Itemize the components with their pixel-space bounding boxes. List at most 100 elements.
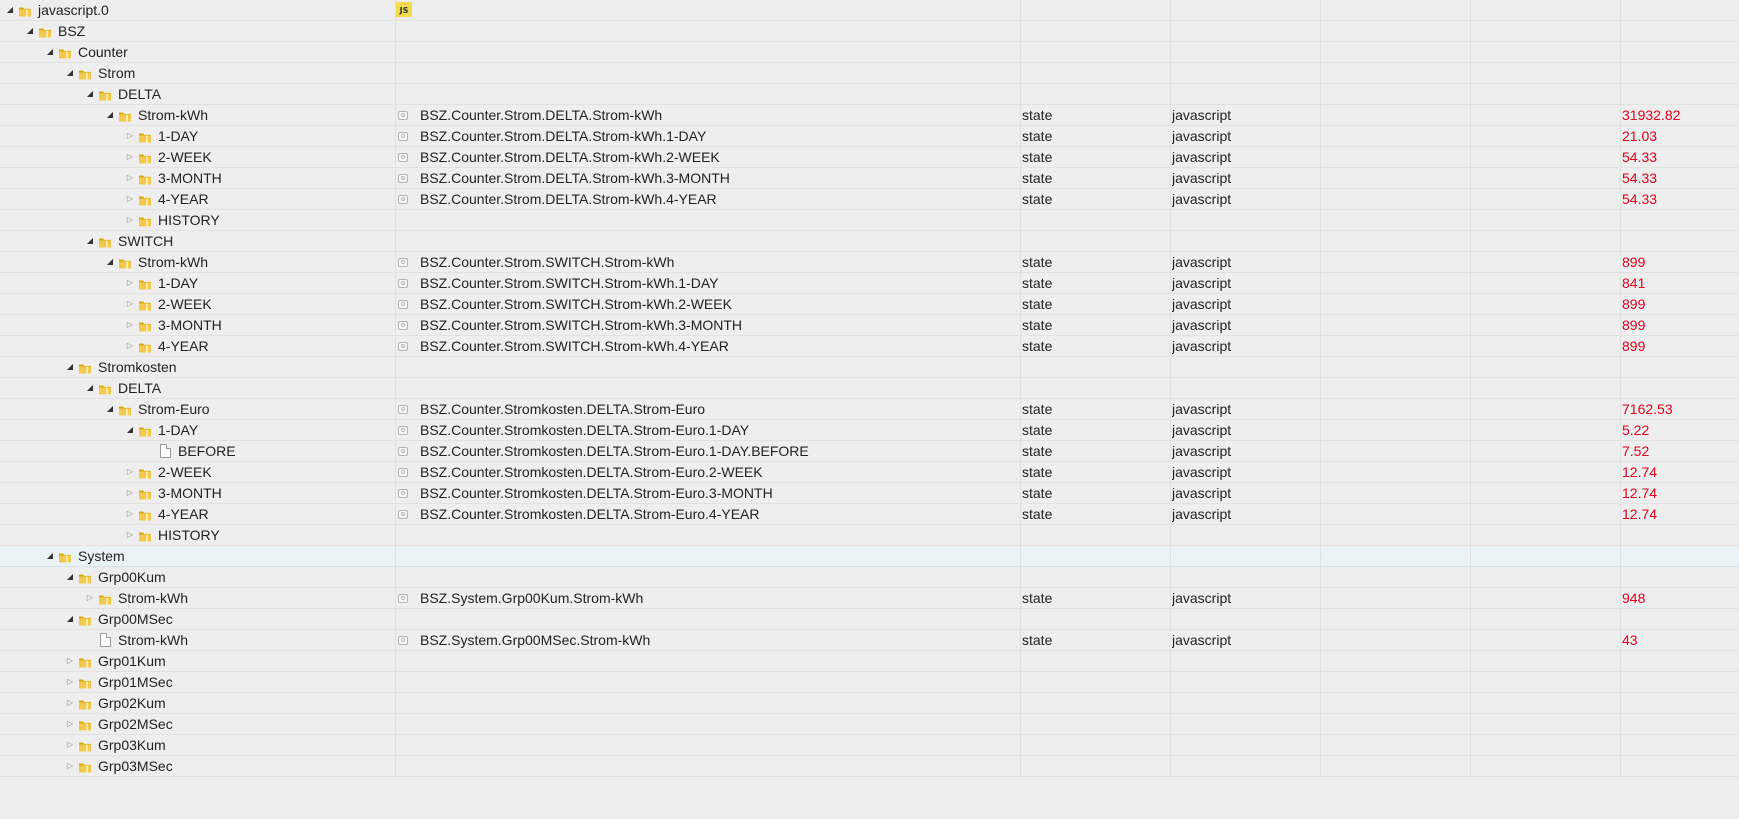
tree-row[interactable]: ▷ HISTORY (0, 210, 1739, 231)
collapsed-arrow-icon[interactable]: ▷ (124, 210, 136, 230)
tree-node-label[interactable]: Strom (98, 63, 135, 83)
tree-node-label[interactable]: 1-DAY (158, 126, 198, 146)
tree-node-label[interactable]: Grp03Kum (98, 735, 166, 755)
tree-row[interactable]: ▷ 4-YEAR BSZ.Counter.Strom.SWITCH.Strom-kW… (0, 336, 1739, 357)
tree-row[interactable]: ▷ Grp02Kum (0, 693, 1739, 714)
collapsed-arrow-icon[interactable]: ▷ (124, 483, 136, 503)
tree-row[interactable]: ▷ Grp02MSec (0, 714, 1739, 735)
tree-row[interactable]: ▷ 4-YEAR BSZ.Counter.Strom.DELTA.Strom-kWh… (0, 189, 1739, 210)
tree-node-label[interactable]: Grp00MSec (98, 609, 173, 629)
tree-node-label[interactable]: Strom-kWh (118, 588, 188, 608)
collapsed-arrow-icon[interactable]: ▷ (124, 168, 136, 188)
object-value[interactable]: 7162.53 (1622, 399, 1732, 419)
tree-row[interactable]: ▷ Grp01Kum (0, 651, 1739, 672)
object-value[interactable]: 21.03 (1622, 126, 1732, 146)
tree-row[interactable]: ◢ Counter (0, 42, 1739, 63)
tree-row[interactable]: ▷ 1-DAY BSZ.Counter.Strom.DELTA.Strom-kWh.… (0, 126, 1739, 147)
tree-node-label[interactable]: 3-MONTH (158, 315, 222, 335)
tree-node-label[interactable]: 1-DAY (158, 420, 198, 440)
object-value[interactable]: 7.52 (1622, 441, 1732, 461)
tree-row[interactable]: ◢ Strom (0, 63, 1739, 84)
tree-row[interactable]: ◢ Stromkosten (0, 357, 1739, 378)
tree-node-label[interactable]: Grp02MSec (98, 714, 173, 734)
collapsed-arrow-icon[interactable]: ▷ (64, 714, 76, 734)
collapsed-arrow-icon[interactable]: ▷ (124, 525, 136, 545)
tree-row[interactable]: ◢ DELTA (0, 378, 1739, 399)
tree-row[interactable]: ◢ BSZ (0, 21, 1739, 42)
expanded-arrow-icon[interactable]: ◢ (84, 378, 96, 398)
tree-row[interactable]: ▷ Grp01MSec (0, 672, 1739, 693)
object-value[interactable]: 43 (1622, 630, 1732, 650)
tree-node-label[interactable]: HISTORY (158, 525, 220, 545)
expanded-arrow-icon[interactable]: ◢ (4, 0, 16, 20)
tree-node-label[interactable]: DELTA (118, 84, 161, 104)
collapsed-arrow-icon[interactable]: ▷ (64, 672, 76, 692)
tree-row[interactable]: ▷ Grp03Kum (0, 735, 1739, 756)
tree-node-label[interactable]: Strom-kWh (138, 105, 208, 125)
expanded-arrow-icon[interactable]: ◢ (64, 357, 76, 377)
object-value[interactable]: 841 (1622, 273, 1732, 293)
expanded-arrow-icon[interactable]: ◢ (64, 567, 76, 587)
tree-node-label[interactable]: Grp02Kum (98, 693, 166, 713)
tree-node-label[interactable]: 3-MONTH (158, 483, 222, 503)
object-value[interactable]: 899 (1622, 252, 1732, 272)
object-value[interactable]: 899 (1622, 336, 1732, 356)
tree-node-label[interactable]: 3-MONTH (158, 168, 222, 188)
tree-row[interactable]: ▷ 3-MONTH BSZ.Counter.Strom.SWITCH.Strom-k… (0, 315, 1739, 336)
tree-row[interactable]: Strom-kWh BSZ.System.Grp00MSec.Strom-kWh s… (0, 630, 1739, 651)
tree-row[interactable]: ◢ 1-DAY BSZ.Counter.Stromkosten.DELTA.Stro… (0, 420, 1739, 441)
collapsed-arrow-icon[interactable]: ▷ (124, 462, 136, 482)
expanded-arrow-icon[interactable]: ◢ (24, 21, 36, 41)
tree-row[interactable]: BEFORE BSZ.Counter.Stromkosten.DELTA.Stro… (0, 441, 1739, 462)
expanded-arrow-icon[interactable]: ◢ (84, 231, 96, 251)
tree-node-label[interactable]: 4-YEAR (158, 189, 209, 209)
tree-row[interactable]: ▷ Grp03MSec (0, 756, 1739, 777)
object-value[interactable]: 54.33 (1622, 189, 1732, 209)
tree-row[interactable]: ▷ Strom-kWh BSZ.System.Grp00Kum.Strom-kWh s… (0, 588, 1739, 609)
tree-node-label[interactable]: Stromkosten (98, 357, 177, 377)
tree-node-label[interactable]: System (78, 546, 125, 566)
tree-node-label[interactable]: DELTA (118, 378, 161, 398)
tree-node-label[interactable]: 2-WEEK (158, 462, 212, 482)
tree-row[interactable]: ◢ Grp00MSec (0, 609, 1739, 630)
expanded-arrow-icon[interactable]: ◢ (84, 84, 96, 104)
tree-row[interactable]: ▷ 3-MONTH BSZ.Counter.Stromkosten.DELTA.St… (0, 483, 1739, 504)
object-value[interactable]: 12.74 (1622, 462, 1732, 482)
tree-node-label[interactable]: 2-WEEK (158, 294, 212, 314)
tree-node-label[interactable]: 4-YEAR (158, 336, 209, 356)
tree-row[interactable]: ▷ 3-MONTH BSZ.Counter.Strom.DELTA.Strom-kW… (0, 168, 1739, 189)
tree-node-label[interactable]: BEFORE (178, 441, 236, 461)
tree-row[interactable]: ▷ 2-WEEK BSZ.Counter.Strom.DELTA.Strom-kWh… (0, 147, 1739, 168)
tree-node-label[interactable]: Grp00Kum (98, 567, 166, 587)
tree-row[interactable]: ◢ Strom-kWh BSZ.Counter.Strom.SWITCH.Strom… (0, 252, 1739, 273)
tree-node-label[interactable]: BSZ (58, 21, 85, 41)
tree-node-label[interactable]: Grp01MSec (98, 672, 173, 692)
tree-row[interactable]: ◢ System (0, 546, 1739, 567)
collapsed-arrow-icon[interactable]: ▷ (64, 693, 76, 713)
expanded-arrow-icon[interactable]: ◢ (104, 399, 116, 419)
object-value[interactable]: 31932.82 (1622, 105, 1732, 125)
collapsed-arrow-icon[interactable]: ▷ (124, 126, 136, 146)
collapsed-arrow-icon[interactable]: ▷ (124, 189, 136, 209)
tree-node-label[interactable]: Strom-kWh (138, 252, 208, 272)
tree-node-label[interactable]: Strom-kWh (118, 630, 188, 650)
object-value[interactable]: 54.33 (1622, 147, 1732, 167)
tree-node-label[interactable]: SWITCH (118, 231, 173, 251)
expanded-arrow-icon[interactable]: ◢ (124, 420, 136, 440)
tree-row[interactable]: ▷ HISTORY (0, 525, 1739, 546)
tree-node-label[interactable]: javascript.0 (38, 0, 109, 20)
object-value[interactable]: 12.74 (1622, 504, 1732, 524)
tree-node-label[interactable]: Grp01Kum (98, 651, 166, 671)
object-value[interactable]: 948 (1622, 588, 1732, 608)
tree-row[interactable]: ◢ javascript.0 JS (0, 0, 1739, 21)
collapsed-arrow-icon[interactable]: ▷ (124, 273, 136, 293)
tree-row[interactable]: ◢ SWITCH (0, 231, 1739, 252)
expanded-arrow-icon[interactable]: ◢ (44, 546, 56, 566)
tree-row[interactable]: ▷ 2-WEEK BSZ.Counter.Stromkosten.DELTA.Str… (0, 462, 1739, 483)
collapsed-arrow-icon[interactable]: ▷ (84, 588, 96, 608)
tree-node-label[interactable]: Grp03MSec (98, 756, 173, 776)
object-value[interactable]: 12.74 (1622, 483, 1732, 503)
expanded-arrow-icon[interactable]: ◢ (64, 63, 76, 83)
collapsed-arrow-icon[interactable]: ▷ (124, 336, 136, 356)
tree-node-label[interactable]: 1-DAY (158, 273, 198, 293)
